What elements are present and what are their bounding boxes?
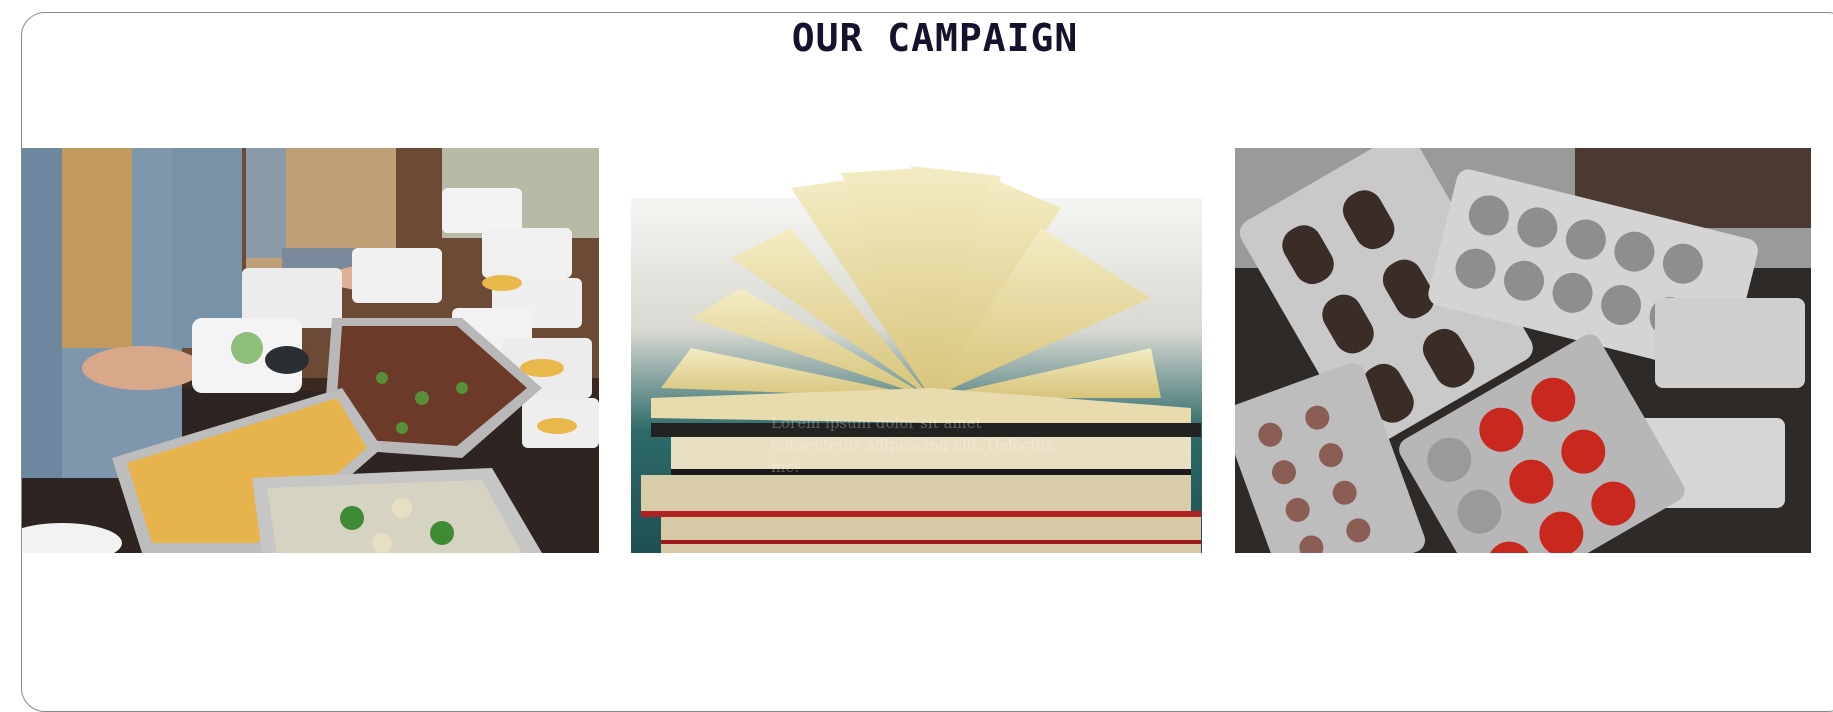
books-image (631, 148, 1202, 553)
section-title: OUR CAMPAIGN (791, 16, 1079, 60)
campaign-card-education[interactable]: Lorem ipsum dolor sit amet consectetur a… (631, 148, 1202, 553)
campaign-card-medicine[interactable] (1235, 148, 1811, 553)
medicine-image (1235, 148, 1811, 553)
food-donation-image (22, 148, 599, 553)
campaign-card-food[interactable] (22, 148, 599, 553)
card-overlay-text: Lorem ipsum dolor sit amet consectetur a… (771, 414, 1059, 476)
